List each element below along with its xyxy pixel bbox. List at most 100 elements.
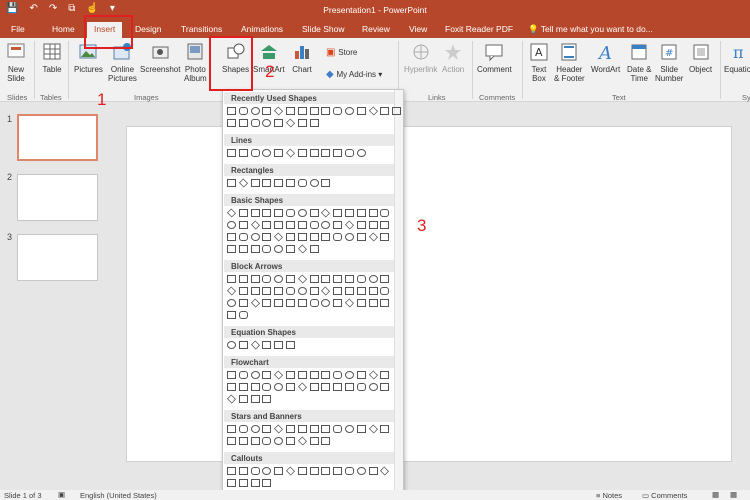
shape-item[interactable] xyxy=(238,178,248,188)
shape-item[interactable] xyxy=(297,274,307,284)
shape-item[interactable] xyxy=(250,340,260,350)
shape-item[interactable] xyxy=(238,341,248,349)
slide-thumbnail-3[interactable] xyxy=(17,234,98,281)
shape-item[interactable] xyxy=(274,467,284,475)
shape-item[interactable] xyxy=(344,220,355,230)
shape-item[interactable] xyxy=(356,149,366,157)
shape-item[interactable] xyxy=(274,221,284,229)
comments-button[interactable]: ▭ Comments xyxy=(642,491,687,500)
shape-item[interactable] xyxy=(285,148,296,158)
shape-item[interactable] xyxy=(238,371,248,379)
table-button[interactable]: Table xyxy=(41,41,63,74)
shape-item[interactable] xyxy=(238,119,248,127)
shape-item[interactable] xyxy=(262,287,272,295)
shape-item[interactable] xyxy=(274,119,284,127)
shape-item[interactable] xyxy=(297,209,307,217)
store-button[interactable]: ▣ Store xyxy=(326,48,357,58)
shape-item[interactable] xyxy=(274,383,284,391)
shape-item[interactable] xyxy=(262,395,272,403)
hyperlink-button[interactable]: Hyperlink xyxy=(404,41,437,74)
shape-item[interactable] xyxy=(286,179,295,187)
shape-item[interactable] xyxy=(333,233,343,241)
shape-item[interactable] xyxy=(345,107,354,115)
shape-item[interactable] xyxy=(262,467,272,475)
gallery-scrollbar[interactable] xyxy=(394,90,403,492)
shape-item[interactable] xyxy=(345,275,354,283)
shape-item[interactable] xyxy=(368,221,378,229)
shape-item[interactable] xyxy=(297,119,307,127)
shape-item[interactable] xyxy=(368,424,378,434)
shape-item[interactable] xyxy=(250,233,260,241)
shape-item[interactable] xyxy=(309,107,319,115)
shape-item[interactable] xyxy=(238,149,248,157)
shape-item[interactable] xyxy=(274,275,284,283)
shape-item[interactable] xyxy=(309,119,319,127)
shape-item[interactable] xyxy=(380,275,390,283)
shape-item[interactable] xyxy=(309,233,319,241)
shape-item[interactable] xyxy=(227,221,236,229)
shape-item[interactable] xyxy=(309,275,319,283)
shape-item[interactable] xyxy=(262,107,272,115)
shape-item[interactable] xyxy=(345,467,354,475)
shape-item[interactable] xyxy=(262,341,272,349)
shape-item[interactable] xyxy=(297,149,307,157)
shape-item[interactable] xyxy=(392,107,402,115)
equation-button[interactable]: π Equation xyxy=(724,41,750,74)
shape-item[interactable] xyxy=(356,467,366,475)
screenshot-button[interactable]: Screenshot xyxy=(140,41,180,74)
language-indicator[interactable]: English (United States) xyxy=(80,491,157,500)
header-footer-button[interactable]: Header & Footer xyxy=(554,41,585,83)
shape-item[interactable] xyxy=(309,209,319,217)
shape-item[interactable] xyxy=(250,275,260,283)
shape-item[interactable] xyxy=(321,383,331,391)
tab-file[interactable]: File xyxy=(11,24,25,34)
shape-item[interactable] xyxy=(356,371,366,379)
shape-item[interactable] xyxy=(321,286,331,296)
shape-item[interactable] xyxy=(227,341,236,349)
shape-item[interactable] xyxy=(345,287,354,295)
text-box-button[interactable]: A Text Box xyxy=(528,41,550,83)
shape-item[interactable] xyxy=(250,245,260,253)
shape-item[interactable] xyxy=(356,425,366,433)
shape-item[interactable] xyxy=(297,179,307,187)
tab-design[interactable]: Design xyxy=(135,24,161,34)
shape-item[interactable] xyxy=(345,209,354,217)
shape-item[interactable] xyxy=(309,371,319,379)
shape-item[interactable] xyxy=(309,221,319,229)
shape-item[interactable] xyxy=(309,467,319,475)
tab-view[interactable]: View xyxy=(409,24,427,34)
shape-item[interactable] xyxy=(380,371,390,379)
slide-sorter-icon[interactable]: ▦ xyxy=(730,490,737,499)
shape-item[interactable] xyxy=(380,383,390,391)
shape-item[interactable] xyxy=(344,298,355,308)
shape-item[interactable] xyxy=(285,466,296,476)
shape-item[interactable] xyxy=(262,149,272,157)
shape-item[interactable] xyxy=(238,479,248,487)
shape-item[interactable] xyxy=(368,232,378,242)
shape-item[interactable] xyxy=(297,107,307,115)
shape-item[interactable] xyxy=(345,425,354,433)
shape-item[interactable] xyxy=(368,275,378,283)
shape-item[interactable] xyxy=(238,275,248,283)
shape-item[interactable] xyxy=(227,437,236,445)
shape-item[interactable] xyxy=(238,221,248,229)
shape-item[interactable] xyxy=(262,371,272,379)
shape-item[interactable] xyxy=(297,244,307,254)
shape-item[interactable] xyxy=(250,371,260,379)
shape-item[interactable] xyxy=(286,425,295,433)
my-addins-button[interactable]: ◆ My Add-ins ▾ xyxy=(326,70,382,80)
shape-item[interactable] xyxy=(250,287,260,295)
shape-item[interactable] xyxy=(333,149,343,157)
shape-item[interactable] xyxy=(227,107,236,115)
shape-item[interactable] xyxy=(297,287,307,295)
tab-foxit-reader-pdf[interactable]: Foxit Reader PDF xyxy=(445,24,513,34)
new-slide-button[interactable]: New Slide xyxy=(5,41,27,83)
shape-item[interactable] xyxy=(262,119,272,127)
shape-item[interactable] xyxy=(250,298,260,308)
shape-item[interactable] xyxy=(250,149,260,157)
shape-item[interactable] xyxy=(262,437,272,445)
shape-item[interactable] xyxy=(274,209,284,217)
shape-item[interactable] xyxy=(262,275,272,283)
shape-item[interactable] xyxy=(333,425,343,433)
shape-item[interactable] xyxy=(286,371,295,379)
